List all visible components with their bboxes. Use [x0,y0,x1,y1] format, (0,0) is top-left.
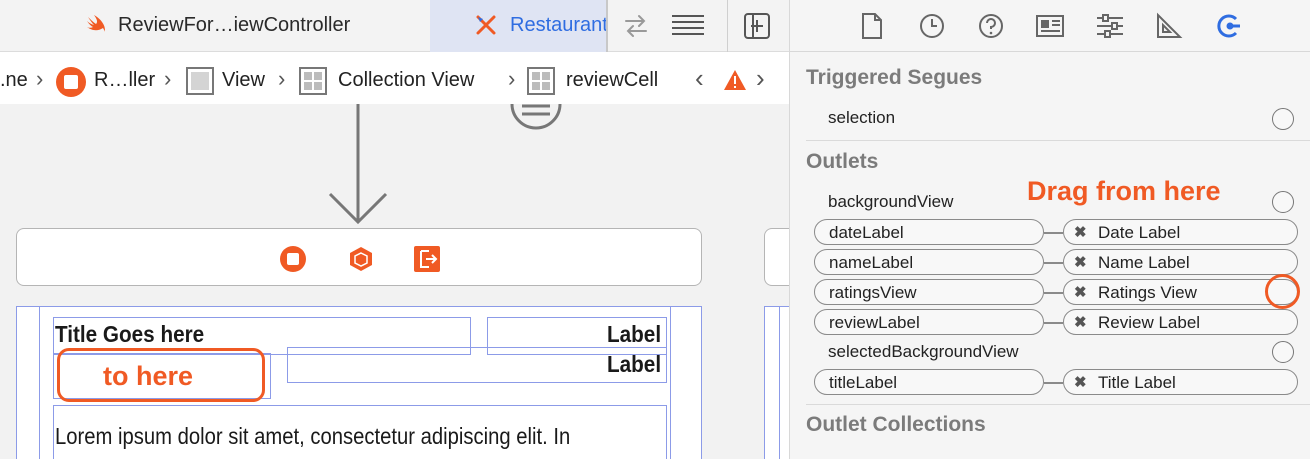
tab-divider [606,0,608,52]
segue-selection-label: selection [828,108,896,127]
outlet-target: Review Label [1098,313,1201,332]
outlet-datelabel[interactable]: dateLabel [814,219,1044,245]
warning-icon[interactable] [723,69,747,91]
lines-icon[interactable] [670,12,706,40]
annotation-highlight-circle [1265,274,1300,309]
connection-line [1044,232,1063,234]
close-icon[interactable]: ✖ [1074,373,1087,391]
outlet-target: Date Label [1098,223,1181,242]
outlet-selectedbackgroundview-circle[interactable] [1272,341,1294,363]
view-controller-icon[interactable] [279,245,307,273]
title-label[interactable]: Title Goes here [55,321,204,348]
outlet-name: titleLabel [829,373,898,392]
annotation-to-here: to here [103,361,194,391]
triggered-segues-header: Triggered Segues [806,66,983,89]
outlets-header: Outlets [806,150,879,173]
breadcrumb-item[interactable]: Collection View [338,69,474,92]
outlet-target: Ratings View [1098,283,1197,302]
outlet-name: dateLabel [829,223,904,242]
connections-inspector: Triggered Segues selection Outlets Drag … [789,0,1310,459]
outlet-reviewlabel-target[interactable]: ✖ Review Label [1063,309,1298,335]
view-icon [186,67,214,95]
segue-icon [510,104,562,130]
outlet-ratingsview-target[interactable]: ✖ Ratings View [1063,279,1298,305]
chevron-right-icon: › [164,66,172,91]
tab-label: ReviewFor…iewController [118,14,351,36]
swift-icon [87,15,105,32]
connection-line [1044,382,1063,384]
date-label[interactable]: Label [607,321,661,348]
outlet-titlelabel-target[interactable]: ✖ Title Label [1063,369,1298,395]
swap-arrows-icon[interactable] [622,12,650,40]
tab-label: Restaurant [510,14,608,36]
tab-bar: ReviewFor…iewController Restaurant [0,0,789,52]
close-icon[interactable]: ✖ [1074,253,1087,271]
segue-selection-circle[interactable] [1272,108,1294,130]
outlet-name: reviewLabel [829,313,920,332]
outlet-collections-header: Outlet Collections [806,413,986,436]
collection-cell[interactable]: Title Goes here Label Label to here Lore… [16,306,702,459]
outlet-target: Title Label [1098,373,1176,392]
outlet-titlelabel[interactable]: titleLabel [814,369,1044,395]
storyboard-icon [476,15,496,35]
breadcrumb: .ne › R…ller › View › Collection View › … [0,56,789,104]
annotation-drag-from-here: Drag from here [1027,176,1221,206]
scene-dock [764,228,789,286]
chevron-right-icon: › [278,66,286,91]
collection-view-icon [299,67,327,95]
close-icon[interactable]: ✖ [1074,283,1087,301]
ruler-icon[interactable] [1155,12,1183,40]
outlet-target: Name Label [1098,253,1190,272]
exit-icon[interactable] [413,245,441,273]
breadcrumb-item[interactable]: View [222,69,265,92]
sliders-icon[interactable] [1095,12,1125,40]
identity-icon[interactable] [1035,12,1065,40]
chevron-right-icon: › [36,66,44,91]
toolbar-divider [727,0,728,52]
outlet-selectedbackgroundview-label: selectedBackgroundView [828,342,1019,361]
inspector-tabs [790,0,1310,52]
storyboard-canvas[interactable]: Title Goes here Label Label to here Lore… [0,104,789,459]
chevron-right-icon[interactable]: › [756,63,765,94]
review-label[interactable]: Lorem ipsum dolor sit amet, consectetur … [55,423,570,450]
breadcrumb-item[interactable]: R…ller [94,69,155,92]
file-icon[interactable] [860,12,884,40]
divider [806,404,1310,405]
collection-cell-icon [527,67,555,95]
scene-dock [16,228,702,286]
tab-review-controller[interactable]: ReviewFor…iewController [0,0,430,52]
connection-line [1044,262,1063,264]
segue-arrow [328,104,388,225]
breadcrumb-item[interactable]: reviewCell [566,69,658,92]
tab-restaurant-storyboard[interactable]: Restaurant [430,0,608,52]
outlet-backgroundview-circle[interactable] [1272,191,1294,213]
outlet-datelabel-target[interactable]: ✖ Date Label [1063,219,1298,245]
divider [806,140,1310,141]
chevron-right-icon: › [508,66,516,91]
add-editor-icon[interactable] [743,12,771,40]
outlet-namelabel[interactable]: nameLabel [814,249,1044,275]
clock-icon[interactable] [918,12,946,40]
close-icon[interactable]: ✖ [1074,313,1087,331]
outlet-reviewlabel[interactable]: reviewLabel [814,309,1044,335]
outlet-backgroundview-label: backgroundView [828,192,954,211]
connection-line [1044,292,1063,294]
view-controller-icon [56,67,86,97]
breadcrumb-item[interactable]: .ne [0,69,28,92]
close-icon[interactable]: ✖ [1074,223,1087,241]
collection-cell [764,306,789,459]
editor-area: ReviewFor…iewController Restaurant .ne › [0,0,789,459]
connections-icon[interactable] [1214,11,1242,41]
outlet-ratingsview[interactable]: ratingsView [814,279,1044,305]
name-label[interactable]: Label [607,351,661,378]
first-responder-icon[interactable] [347,245,375,273]
outlet-name: ratingsView [829,283,917,302]
outlet-name: nameLabel [829,253,914,272]
help-icon[interactable] [977,12,1005,40]
chevron-left-icon[interactable]: ‹ [695,63,704,94]
outlet-namelabel-target[interactable]: ✖ Name Label [1063,249,1298,275]
connection-line [1044,322,1063,324]
